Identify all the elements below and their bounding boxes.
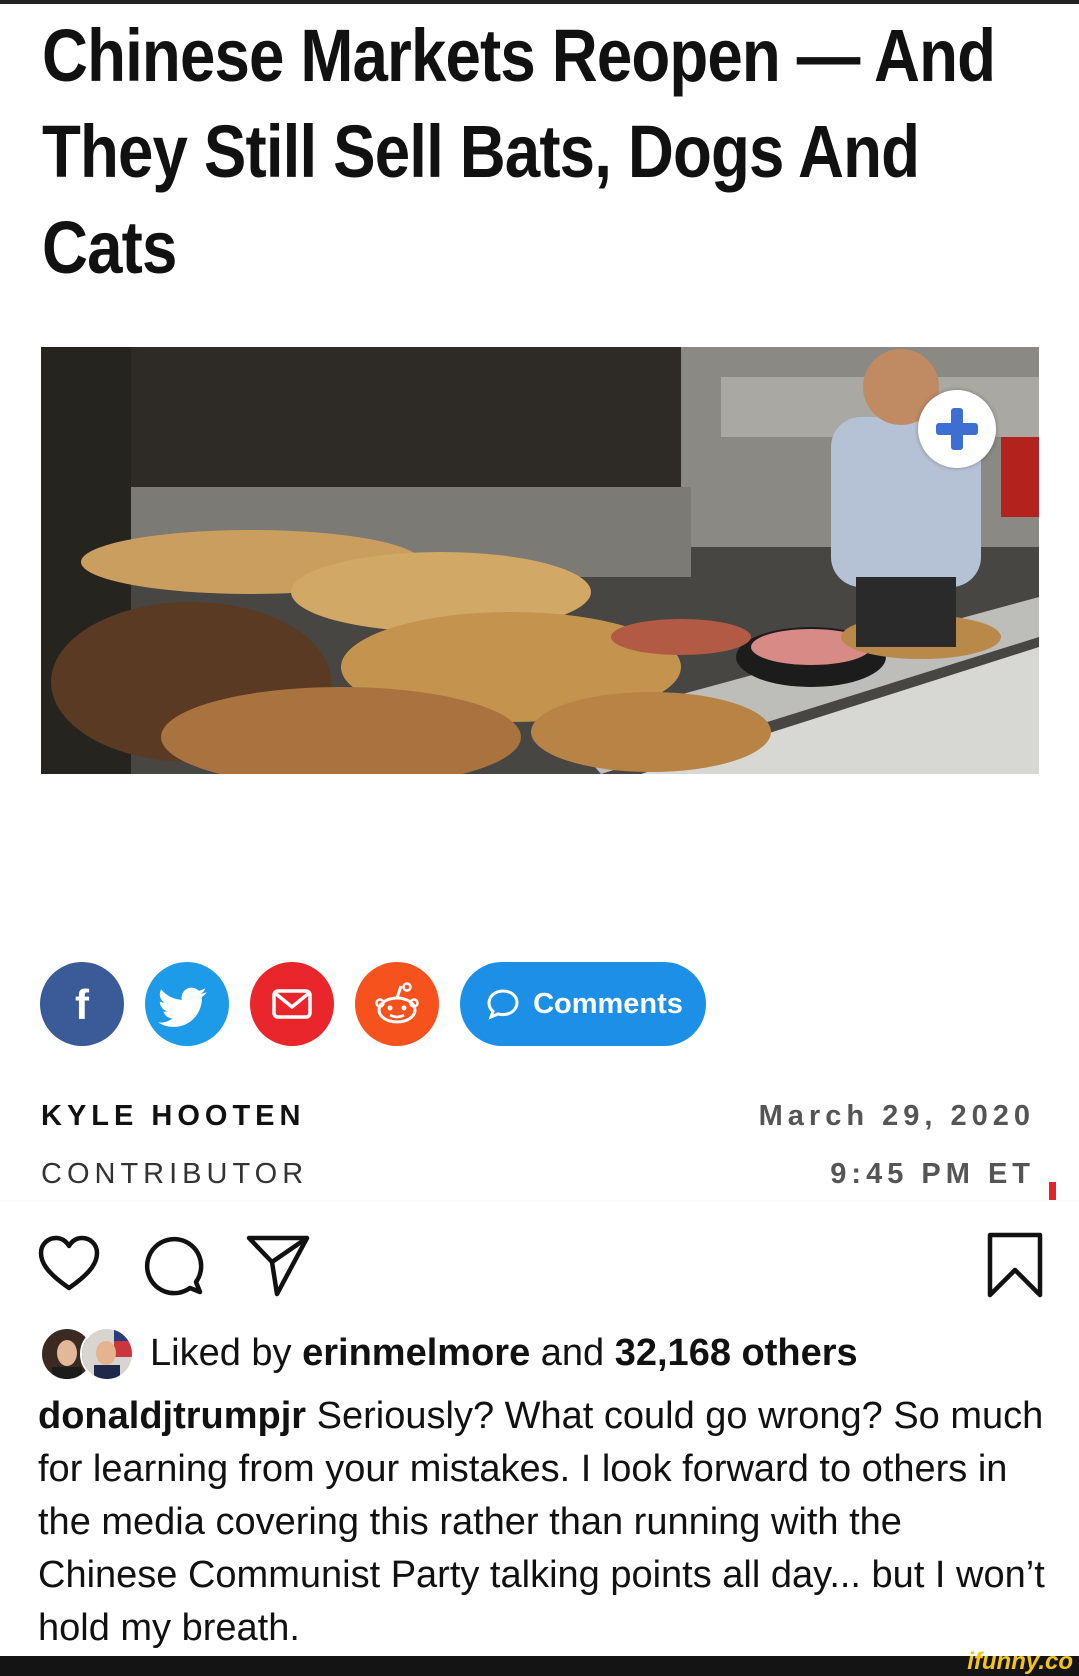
comments-button[interactable]: Comments (460, 962, 706, 1046)
email-icon (272, 989, 312, 1019)
headline-line-2: They Still Sell Bats, Dogs And (42, 110, 920, 193)
author-role: CONTRIBUTOR (41, 1158, 309, 1190)
twitter-icon (158, 987, 207, 1027)
top-border (0, 0, 1079, 4)
comments-label: Comments (533, 987, 683, 1020)
email-share-button[interactable] (250, 962, 334, 1046)
article-hero-image[interactable] (41, 347, 1039, 774)
liked-by-and: and (540, 1331, 605, 1374)
comment-button[interactable] (140, 1232, 206, 1298)
footer-bar (0, 1656, 1079, 1676)
caption-username-link[interactable]: donaldjtrumpjr (38, 1395, 306, 1437)
liked-by-user-link[interactable]: erinmelmore (302, 1332, 530, 1374)
reddit-share-button[interactable] (355, 962, 439, 1046)
save-button[interactable] (982, 1232, 1048, 1298)
comment-bubble-icon (487, 989, 519, 1020)
like-button[interactable] (36, 1232, 102, 1298)
comment-icon (144, 1236, 204, 1296)
red-accent-mark (1049, 1182, 1056, 1202)
liked-by-prefix: Liked by (150, 1331, 292, 1374)
share-buttons: f Comments (40, 962, 740, 1046)
reddit-icon (375, 982, 419, 1024)
publish-time: 9:45 PM ET (830, 1158, 1035, 1190)
post-caption: donaldjtrumpjr Seriously? What could go … (38, 1390, 1048, 1655)
zoom-image-button[interactable] (918, 390, 996, 468)
svg-text:f: f (75, 981, 90, 1028)
heart-icon (38, 1235, 100, 1291)
likes-text: Liked by erinmelmore and 32,168 others (150, 1332, 858, 1375)
liker-avatars (40, 1327, 134, 1381)
twitter-share-button[interactable] (145, 962, 229, 1046)
man-portrait-icon (82, 1329, 132, 1379)
avatar[interactable] (80, 1327, 134, 1381)
article-headline: Chinese Markets Reopen — And They Still … (42, 8, 1048, 296)
author-name[interactable]: KYLE HOOTEN (41, 1100, 305, 1133)
plus-icon (936, 408, 978, 450)
publish-date: March 29, 2020 (758, 1100, 1035, 1132)
market-photo (41, 347, 1039, 774)
share-post-button[interactable] (245, 1232, 311, 1298)
headline-line-1: Chinese Markets Reopen — And (42, 14, 996, 97)
share-icon (246, 1235, 310, 1297)
bookmark-icon (987, 1232, 1043, 1298)
ifunny-watermark: ifunny.co (967, 1648, 1073, 1675)
facebook-icon: f (75, 981, 90, 1028)
headline-line-3: Cats (42, 206, 177, 289)
facebook-share-button[interactable]: f (40, 962, 124, 1046)
likes-row: Liked by erinmelmore and 32,168 others (40, 1327, 858, 1381)
likes-count-link[interactable]: 32,168 others (615, 1332, 858, 1374)
instagram-divider (0, 1200, 1079, 1202)
